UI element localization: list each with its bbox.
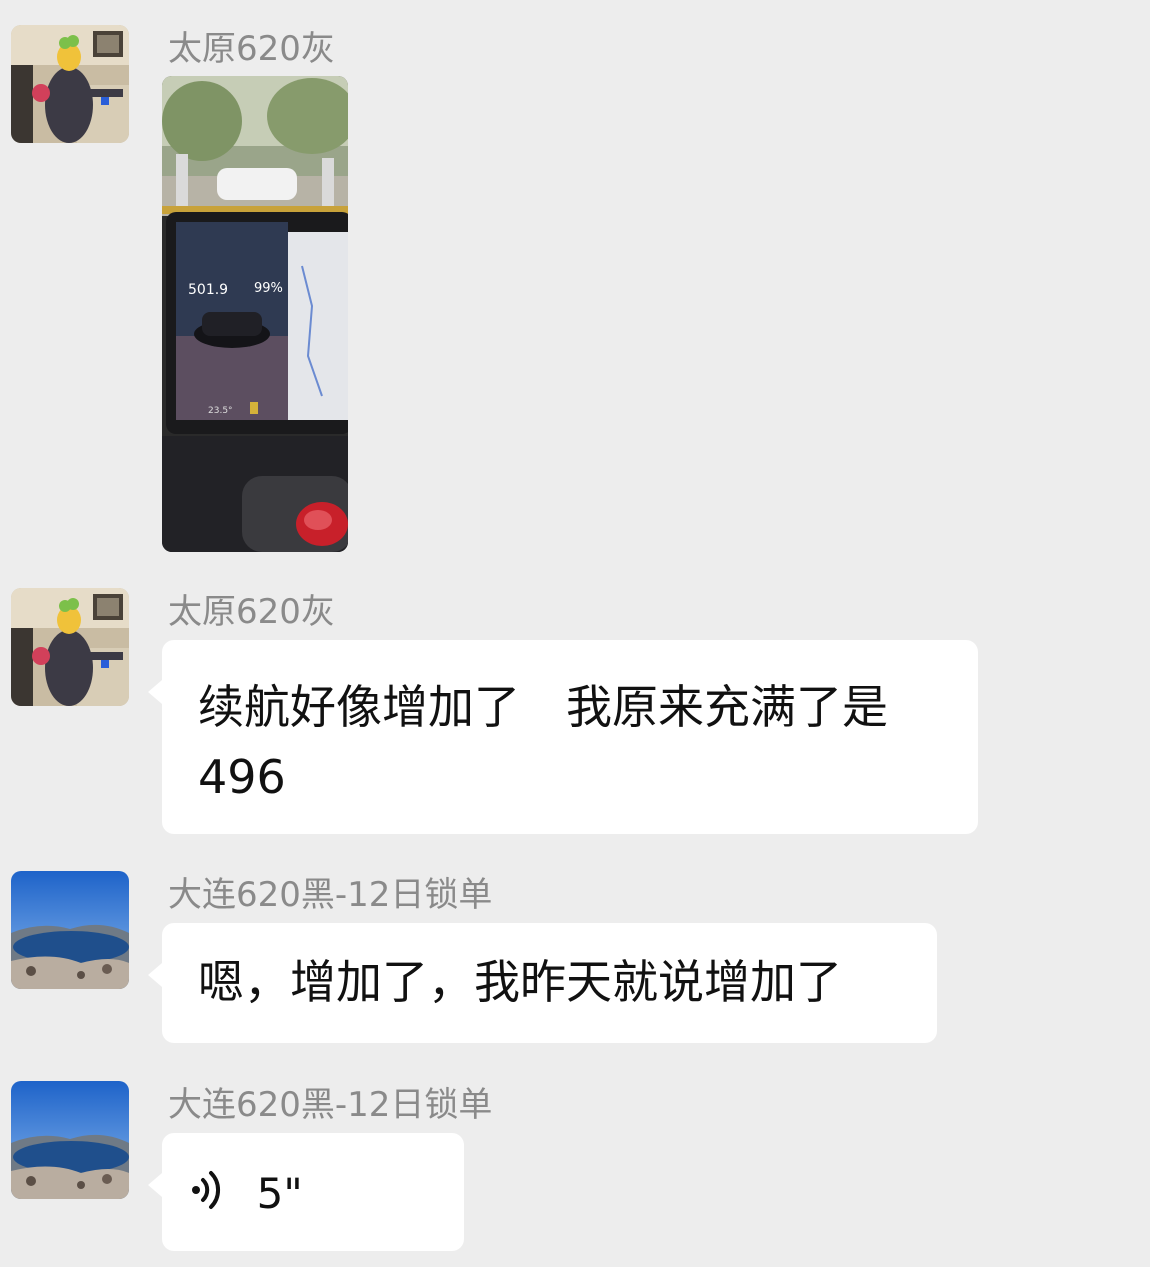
chat-message-list: 太原620灰 501.9 99% 23.5° 太原620灰 续航好像增加了 我原…: [0, 0, 1150, 1267]
message-text-line: 续航好像增加了 我原来充满了是: [198, 680, 888, 734]
sender-avatar-lake[interactable]: [11, 1081, 129, 1199]
message-text-line: 496: [198, 750, 286, 804]
sender-name: 太原620灰: [168, 592, 335, 632]
message-image[interactable]: 501.9 99% 23.5°: [162, 76, 348, 552]
chat-message: 大连620黑-12日锁单 5": [0, 1054, 1150, 1267]
screen-battery-text: 99%: [254, 281, 283, 296]
screen-temp-text: 23.5°: [208, 406, 233, 416]
sender-name: 大连620黑-12日锁单: [168, 875, 493, 915]
text-bubble[interactable]: 续航好像增加了 我原来充满了是 496: [148, 640, 978, 834]
text-bubble[interactable]: 嗯，增加了，我昨天就说增加了: [148, 923, 937, 1043]
sender-name: 太原620灰: [168, 29, 335, 69]
sender-name: 大连620黑-12日锁单: [168, 1085, 493, 1125]
message-text-line: 嗯，增加了，我昨天就说增加了: [198, 955, 842, 1009]
sender-avatar-person[interactable]: [11, 588, 129, 706]
sender-avatar-person[interactable]: [11, 25, 129, 143]
voice-bubble[interactable]: 5": [148, 1133, 464, 1251]
voice-duration: 5": [256, 1168, 303, 1218]
chat-message: 大连620黑-12日锁单 嗯，增加了，我昨天就说增加了: [0, 840, 1150, 1054]
voice-wave-icon: [190, 1159, 224, 1229]
chat-message: 太原620灰 续航好像增加了 我原来充满了是 496: [0, 560, 1150, 840]
chat-message: 太原620灰 501.9 99% 23.5°: [0, 0, 1150, 560]
screen-range-text: 501.9: [188, 282, 228, 298]
sender-avatar-lake[interactable]: [11, 871, 129, 989]
